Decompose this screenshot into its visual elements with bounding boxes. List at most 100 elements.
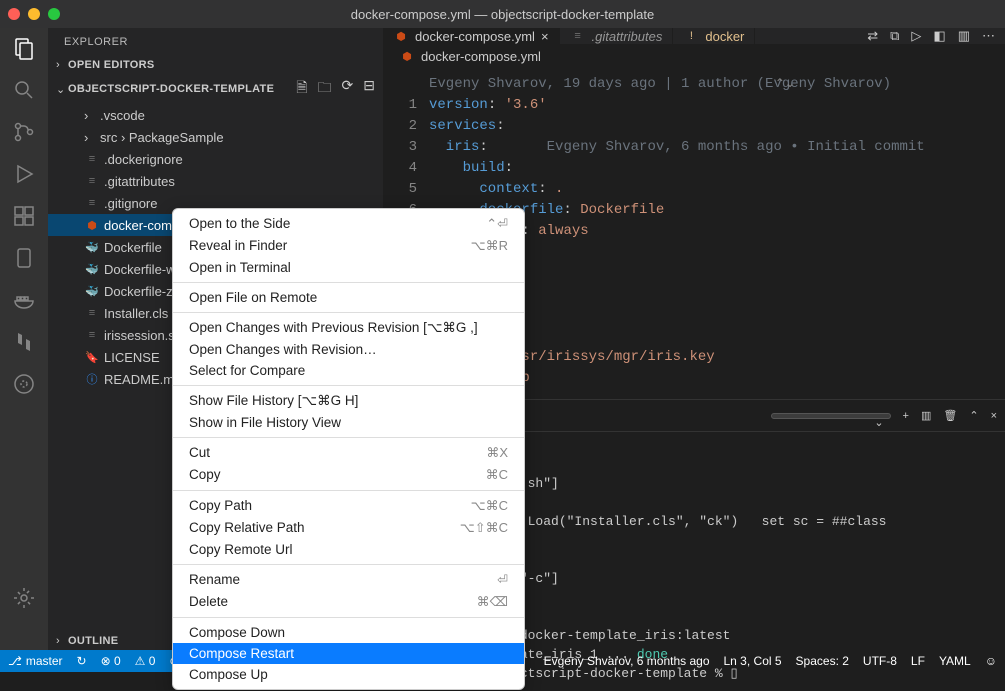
file-icon: ≡	[84, 173, 100, 189]
chevron-right-icon: ›	[56, 635, 68, 647]
menu-item-label: Cut	[189, 445, 210, 461]
status-branch[interactable]: ⎇ master	[8, 654, 63, 668]
settings-gear-icon[interactable]	[12, 586, 36, 610]
compare-icon[interactable]: ⧉	[890, 28, 899, 44]
remote-icon[interactable]	[12, 372, 36, 396]
menu-item-label: Open Changes with Previous Revision [⌥⌘G…	[189, 320, 478, 336]
tree-file-gitattributes[interactable]: ≡.gitattributes	[48, 170, 383, 192]
minimize-window-button[interactable]	[28, 8, 40, 20]
menu-item-label: Compose Down	[189, 625, 285, 640]
tree-folder-src[interactable]: ›src › PackageSample	[48, 126, 383, 148]
status-sync[interactable]: ↻	[77, 654, 87, 668]
menu-item-show-in-file-history-view[interactable]: Show in File History View	[173, 412, 524, 433]
close-tab-icon[interactable]: ×	[541, 29, 549, 44]
menu-item-rename[interactable]: Rename⏎	[173, 569, 524, 591]
menu-item-copy-relative-path[interactable]: Copy Relative Path⌥⇧⌘C	[173, 517, 524, 539]
tab-docker-compose[interactable]: ⬢ docker-compose.yml ×	[383, 28, 560, 44]
docker-file-icon: 🐳	[84, 239, 100, 255]
menu-item-label: Open File on Remote	[189, 290, 317, 305]
extensions-icon[interactable]	[12, 204, 36, 228]
maximize-panel-icon[interactable]: ⌃	[969, 409, 978, 422]
run-icon[interactable]: ▷	[911, 28, 921, 44]
menu-item-copy-path[interactable]: Copy Path⌥⌘C	[173, 495, 524, 517]
new-folder-icon[interactable]: 🗀	[318, 77, 332, 101]
chevron-right-icon: ›	[84, 130, 96, 145]
more-icon[interactable]: ⋯	[982, 28, 995, 44]
explorer-icon[interactable]	[12, 36, 36, 60]
docker-icon[interactable]	[12, 288, 36, 312]
project-section[interactable]: ⌄ OBJECTSCRIPT-DOCKER-TEMPLATE 🗎 🗀 ⟳ ⊟	[48, 74, 383, 104]
preview-icon[interactable]: ◧	[933, 28, 945, 44]
refresh-icon[interactable]: ⟳	[342, 77, 354, 101]
menu-item-label: Open Changes with Revision…	[189, 342, 377, 357]
objectscript-icon[interactable]	[12, 246, 36, 270]
tab-docker[interactable]: ! docker	[673, 28, 755, 44]
tree-folder-vscode[interactable]: ›.vscode	[48, 104, 383, 126]
menu-item-open-in-terminal[interactable]: Open in Terminal	[173, 257, 524, 278]
status-warnings[interactable]: ⚠ 0	[135, 654, 156, 668]
menu-item-reveal-in-finder[interactable]: Reveal in Finder⌥⌘R	[173, 235, 524, 257]
file-icon: ≡	[84, 305, 100, 321]
open-editors-section[interactable]: › OPEN EDITORS	[48, 56, 383, 74]
menu-shortcut: ⌃⏎	[486, 216, 508, 232]
menu-separator	[173, 437, 524, 438]
search-icon[interactable]	[12, 78, 36, 102]
menu-item-open-to-the-side[interactable]: Open to the Side⌃⏎	[173, 213, 524, 235]
open-changes-icon[interactable]: ⇄	[867, 28, 878, 44]
menu-item-open-changes-with-previous-revision-g[interactable]: Open Changes with Previous Revision [⌥⌘G…	[173, 317, 524, 339]
menu-item-select-for-compare[interactable]: Select for Compare	[173, 360, 524, 381]
debug-icon[interactable]	[12, 162, 36, 186]
kill-terminal-icon[interactable]: 🗑	[943, 409, 957, 422]
menu-item-cut[interactable]: Cut ⌘X	[173, 442, 524, 464]
source-control-icon[interactable]	[12, 120, 36, 144]
menu-item-compose-up[interactable]: Compose Up	[173, 664, 524, 685]
menu-separator	[173, 312, 524, 313]
titlebar: docker-compose.yml — objectscript-docker…	[0, 0, 1005, 28]
sidebar-title: EXPLORER	[48, 28, 383, 56]
tree-file-dockerignore[interactable]: ≡.dockerignore	[48, 148, 383, 170]
chevron-right-icon: ›	[56, 59, 68, 71]
docker-file-icon: 🐳	[84, 283, 100, 299]
fold-indicator[interactable]: ⌃⌄	[775, 76, 795, 91]
menu-separator	[173, 617, 524, 618]
menu-item-label: Show in File History View	[189, 415, 341, 430]
breadcrumb[interactable]: ⬢ docker-compose.yml	[383, 44, 1005, 68]
file-icon: ≡	[84, 151, 100, 167]
new-terminal-icon[interactable]: +	[903, 410, 909, 422]
menu-item-compose-restart[interactable]: Compose Restart	[173, 643, 524, 664]
menu-shortcut: ⌘X	[486, 445, 508, 461]
compose-icon: ⬢	[84, 217, 100, 233]
status-blame[interactable]: Evgeny Shvarov, 6 months ago	[544, 654, 710, 668]
menu-item-label: Copy	[189, 467, 221, 483]
menu-separator	[173, 385, 524, 386]
activity-bar	[0, 28, 48, 650]
menu-item-label: Compose Up	[189, 667, 268, 682]
status-lang[interactable]: YAML	[939, 654, 971, 668]
menu-item-compose-down[interactable]: Compose Down	[173, 622, 524, 643]
status-errors[interactable]: ⊗ 0	[101, 654, 121, 668]
status-eol[interactable]: LF	[911, 654, 925, 668]
status-cursor[interactable]: Ln 3, Col 5	[724, 654, 782, 668]
menu-item-open-changes-with-revision[interactable]: Open Changes with Revision…	[173, 339, 524, 360]
tab-gitattributes[interactable]: ≡ .gitattributes	[560, 28, 674, 44]
hashicorp-icon[interactable]	[12, 330, 36, 354]
window-title: docker-compose.yml — objectscript-docker…	[351, 7, 654, 22]
close-window-button[interactable]	[8, 8, 20, 20]
status-encoding[interactable]: UTF-8	[863, 654, 897, 668]
menu-item-open-file-on-remote[interactable]: Open File on Remote	[173, 287, 524, 308]
split-terminal-icon[interactable]: ▥	[921, 409, 931, 422]
maximize-window-button[interactable]	[48, 8, 60, 20]
terminal-selector[interactable]: ⌄	[771, 413, 891, 419]
menu-item-show-file-history-g-h[interactable]: Show File History [⌥⌘G H]	[173, 390, 524, 412]
chevron-down-icon: ⌄	[56, 83, 68, 96]
close-panel-icon[interactable]: ×	[991, 410, 997, 422]
collapse-icon[interactable]: ⊟	[363, 77, 375, 101]
menu-item-delete[interactable]: Delete⌘⌫	[173, 591, 524, 613]
split-icon[interactable]: ▥	[958, 28, 970, 44]
docker-file-icon: 🐳	[84, 261, 100, 277]
status-spaces[interactable]: Spaces: 2	[796, 654, 849, 668]
status-feedback[interactable]: ☺	[985, 654, 997, 668]
menu-item-copy-remote-url[interactable]: Copy Remote Url	[173, 539, 524, 560]
menu-item-copy[interactable]: Copy⌘C	[173, 464, 524, 486]
new-file-icon[interactable]: 🗎	[296, 77, 307, 101]
